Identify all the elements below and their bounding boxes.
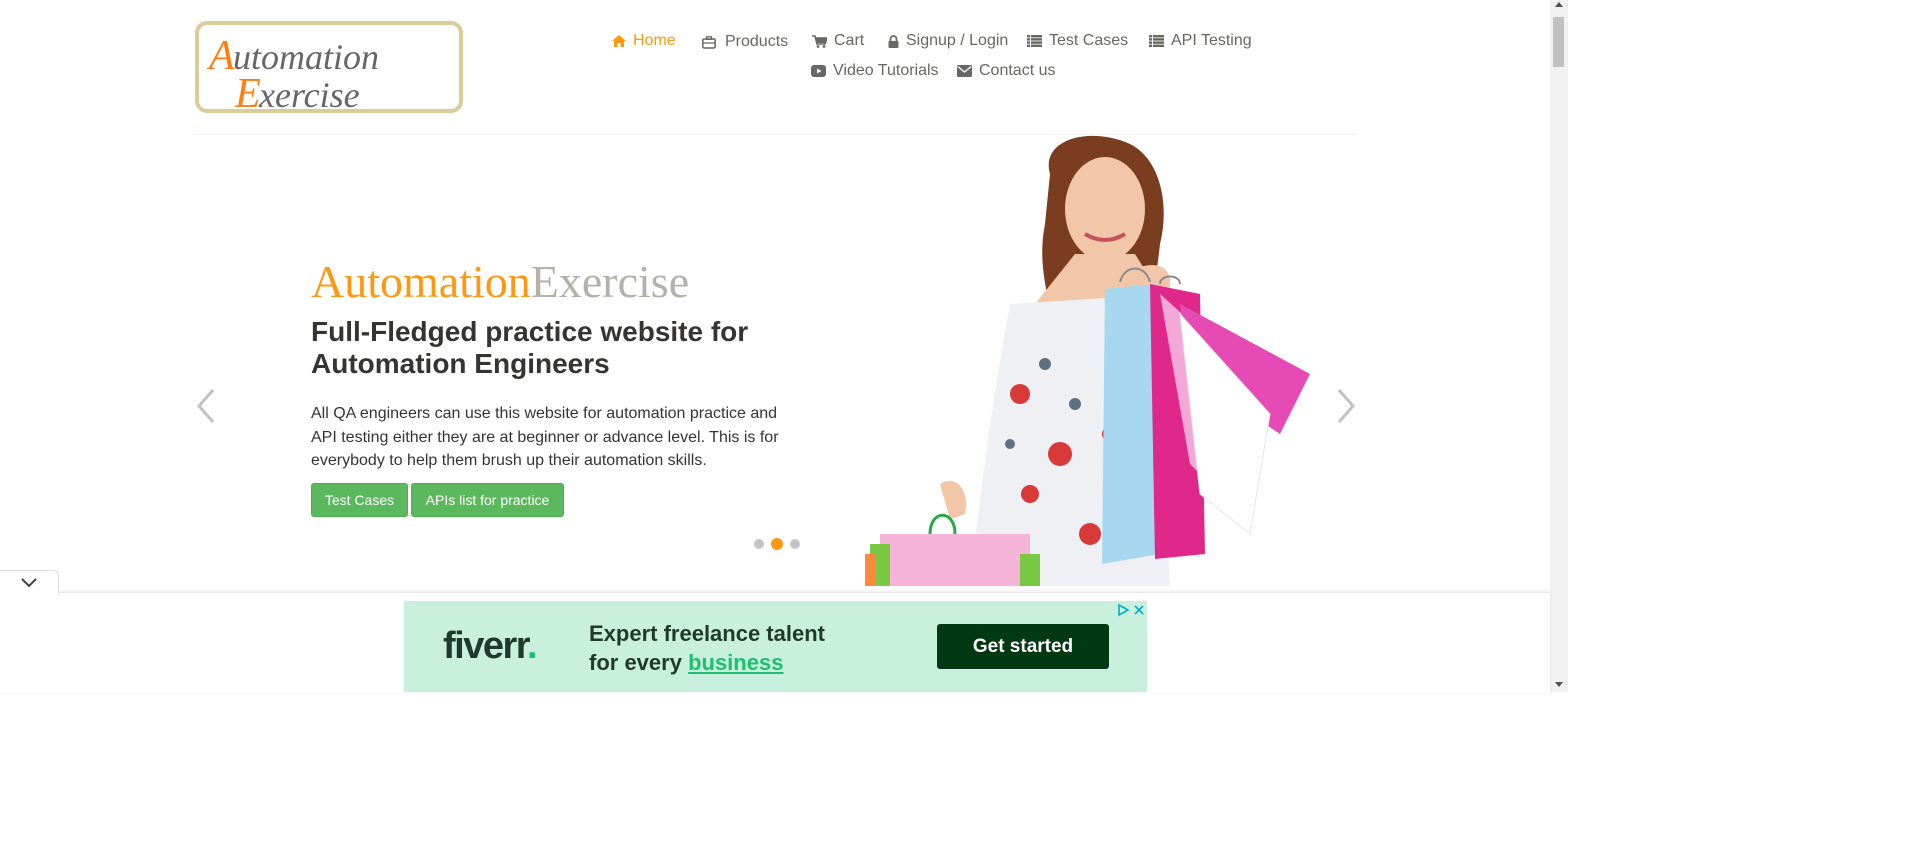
nav-label: Cart bbox=[834, 32, 865, 49]
scroll-thumb[interactable] bbox=[1553, 17, 1564, 67]
svg-text:E: E bbox=[234, 71, 261, 117]
nav-api-testing[interactable]: API Testing bbox=[1149, 32, 1252, 50]
envelope-icon bbox=[957, 65, 972, 77]
nav-label: Home bbox=[633, 32, 676, 49]
nav-label: Video Tutorials bbox=[833, 62, 939, 79]
nav-label: Contact us bbox=[979, 62, 1056, 79]
slider-headline: Full-Fledged practice website for Automa… bbox=[311, 316, 749, 379]
ad-tagline: Expert freelance talent for every busine… bbox=[589, 619, 825, 677]
hero-image-woman-with-shopping-bags bbox=[860, 134, 1330, 591]
test-cases-button[interactable]: Test Cases bbox=[311, 483, 408, 517]
svg-text:A: A bbox=[206, 33, 235, 79]
ad-business-link[interactable]: business bbox=[688, 650, 783, 675]
briefcase-icon bbox=[702, 35, 716, 49]
list-icon bbox=[1149, 35, 1164, 47]
nav-cart[interactable]: Cart bbox=[812, 32, 864, 50]
ad-line1: Expert freelance talent bbox=[589, 621, 825, 646]
chevron-left-icon bbox=[197, 389, 215, 423]
nav-label: Test Cases bbox=[1049, 32, 1129, 49]
slider-indicators bbox=[754, 538, 800, 550]
nav-video-tutorials[interactable]: Video Tutorials bbox=[811, 62, 939, 80]
list-icon bbox=[1027, 35, 1042, 47]
fiverr-ad-banner[interactable]: fiverr. Expert freelance talent for ever… bbox=[404, 601, 1147, 692]
apis-list-button[interactable]: APIs list for practice bbox=[411, 483, 564, 517]
lock-icon bbox=[888, 34, 899, 48]
ad-get-started-button[interactable]: Get started bbox=[937, 624, 1109, 669]
brand-part-exercise: Exercise bbox=[530, 256, 690, 307]
svg-text:xercise: xercise bbox=[258, 75, 360, 115]
cart-icon bbox=[812, 34, 827, 48]
slider-brand-title: AutomationExercise bbox=[311, 254, 689, 310]
nav-label: API Testing bbox=[1171, 32, 1252, 49]
slide-indicator-3[interactable] bbox=[790, 539, 800, 549]
adchoices-icon[interactable] bbox=[1116, 603, 1130, 622]
scroll-up-arrow-icon[interactable] bbox=[1555, 2, 1563, 7]
slider-prev-button[interactable] bbox=[196, 388, 216, 429]
slider-description: All QA engineers can use this website fo… bbox=[311, 405, 779, 469]
fiverr-logo: fiverr. bbox=[443, 625, 538, 667]
youtube-play-icon bbox=[811, 65, 826, 77]
brand-part-automation: Automation bbox=[311, 256, 531, 307]
ad-line2: for every business bbox=[589, 650, 784, 675]
nav-signup-login[interactable]: Signup / Login bbox=[888, 32, 1008, 50]
site-logo[interactable]: A utomation E xercise bbox=[195, 21, 463, 117]
chevron-down-icon bbox=[21, 578, 37, 588]
nav-label: Signup / Login bbox=[906, 32, 1009, 49]
slider-next-button[interactable] bbox=[1336, 388, 1356, 429]
nav-products[interactable]: Products bbox=[702, 33, 788, 51]
nav-label: Products bbox=[725, 33, 789, 50]
slide-indicator-1[interactable] bbox=[754, 539, 764, 549]
logo-wordmark: A utomation E xercise bbox=[206, 33, 379, 117]
ad-collapse-button[interactable] bbox=[0, 570, 59, 595]
home-icon bbox=[612, 35, 626, 47]
nav-contact-us[interactable]: Contact us bbox=[957, 62, 1055, 80]
page-scrollbar[interactable] bbox=[1550, 0, 1568, 692]
nav-home[interactable]: Home bbox=[612, 32, 676, 50]
ad-close-icon[interactable] bbox=[1132, 603, 1146, 622]
scroll-down-arrow-icon[interactable] bbox=[1555, 682, 1563, 687]
nav-test-cases[interactable]: Test Cases bbox=[1027, 32, 1128, 50]
chevron-right-icon bbox=[1337, 389, 1355, 423]
slide-indicator-2[interactable] bbox=[771, 538, 783, 550]
